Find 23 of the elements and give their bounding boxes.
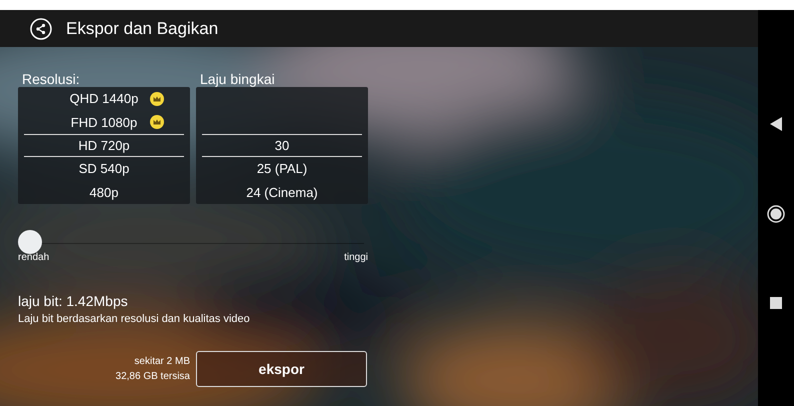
export-button[interactable]: ekspor [196, 351, 367, 387]
high-label: tinggi [344, 252, 368, 263]
low-label: rendah [18, 252, 50, 263]
back-icon[interactable] [770, 117, 782, 131]
bitrate-value: laju bit: 1.42Mbps [18, 293, 129, 309]
share-icon[interactable] [30, 18, 52, 40]
frame-rate-option[interactable]: 30 [202, 134, 362, 158]
free-space: 32,86 GB tersisa [116, 370, 190, 384]
resolution-option[interactable]: HD 720p [24, 134, 184, 158]
frame-rate-picker[interactable]: 30 25 (PAL) 24 (Cinema) [196, 87, 368, 204]
resolution-option[interactable]: 480p [24, 180, 184, 204]
resolution-option[interactable]: SD 540p [24, 157, 184, 181]
home-icon[interactable] [767, 205, 785, 223]
frame-rate-option[interactable]: 24 (Cinema) [202, 180, 362, 204]
page-title: Ekspor dan Bagikan [66, 18, 218, 38]
frame-rate-label: Laju bingkai [200, 71, 276, 87]
resolution-option[interactable]: FHD 1080p [24, 110, 184, 134]
size-estimate: sekitar 2 MB [134, 355, 190, 369]
frame-rate-option[interactable]: 25 (PAL) [202, 157, 362, 181]
resolution-option[interactable]: QHD 1440p [24, 87, 184, 110]
resolution-picker[interactable]: QHD 1440p FHD 1080p HD 720p SD 540p 480p [18, 87, 190, 204]
bitrate-description: Laju bit berdasarkan resolusi dan kualitas video [18, 313, 251, 325]
resolution-label: Resolusi: [22, 71, 81, 87]
